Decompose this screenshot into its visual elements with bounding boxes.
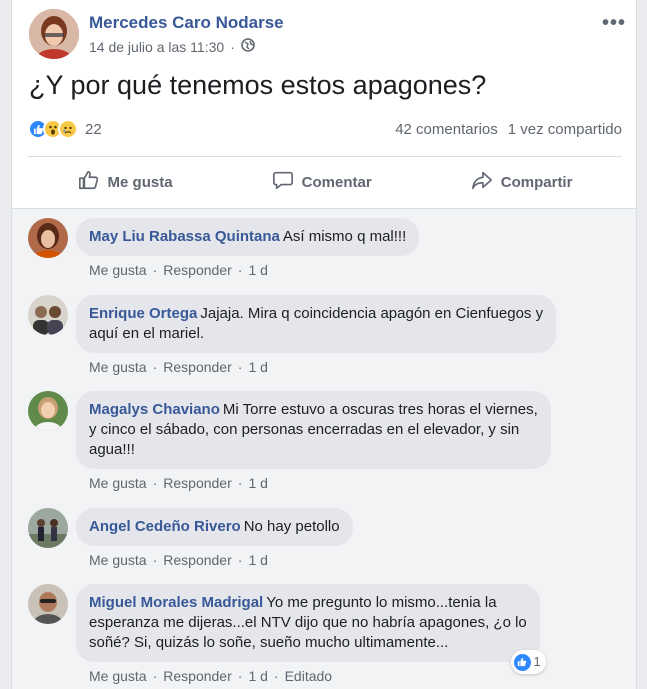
comment-button[interactable]: Comentar <box>260 163 384 201</box>
link-separator: · <box>152 262 158 278</box>
like-button[interactable]: Me gusta <box>66 163 185 201</box>
comment-edited-label[interactable]: Editado <box>285 668 332 684</box>
link-separator: · <box>237 475 243 491</box>
comment: Angel Cedeño Rivero No hay petollo Me gus… <box>28 508 353 568</box>
post-stats: 42 comentarios 1 vez compartido <box>395 121 622 138</box>
comment-text: y cinco el sábado, con personas encerrad… <box>89 421 520 438</box>
divider <box>28 156 622 157</box>
comment-links: Me gusta · Responder · 1 d <box>89 552 353 568</box>
commenter-avatar[interactable] <box>28 508 68 548</box>
comment-time[interactable]: 1 d <box>248 475 267 491</box>
post-text: ¿Y por qué tenemos estos apagones? <box>29 70 487 100</box>
comment-time[interactable]: 1 d <box>248 262 267 278</box>
comment-text: agua!!! <box>89 441 135 458</box>
comment-text: soñé? Si, quizás lo soñe, sueño mucho ul… <box>89 634 449 651</box>
comment-text: Mi Torre estuvo a oscuras tres horas el … <box>222 401 538 418</box>
comment-reply-link[interactable]: Responder <box>163 262 232 278</box>
comments-count[interactable]: 42 comentarios <box>395 121 498 138</box>
comment-links: Me gusta · Responder · 1 d <box>89 262 419 278</box>
comment-text: Así mismo q mal!!! <box>282 228 407 245</box>
comment-text: aquí en el mariel. <box>89 325 205 342</box>
reaction-count: 22 <box>85 120 102 138</box>
comment-time[interactable]: 1 d <box>248 668 267 684</box>
comment-like-badge[interactable]: 1 <box>510 650 546 674</box>
comment: Magalys Chaviano Mi Torre estuvo a oscura… <box>28 391 551 491</box>
shares-count[interactable]: 1 vez compartido <box>508 121 622 138</box>
commenter-name[interactable]: Enrique Ortega <box>89 305 197 322</box>
comment-text: Yo me pregunto lo mismo...tenia la <box>266 594 497 611</box>
commenter-name[interactable]: Miguel Morales Madrigal <box>89 594 263 611</box>
comment-links: Me gusta · Responder · 1 d <box>89 475 551 491</box>
comment-reply-link[interactable]: Responder <box>163 475 232 491</box>
like-button-label: Me gusta <box>107 173 173 191</box>
link-separator: · <box>237 552 243 568</box>
author-avatar[interactable] <box>29 9 79 59</box>
commenter-avatar[interactable] <box>28 218 68 258</box>
link-separator: · <box>273 668 279 684</box>
link-separator: · <box>237 668 243 684</box>
link-separator: · <box>152 475 158 491</box>
comment: Miguel Morales Madrigal Yo me pregunto lo… <box>28 584 546 684</box>
meta-separator: · <box>230 38 235 55</box>
comments-section: May Liu Rabassa Quintana Así mismo q mal!… <box>12 208 636 689</box>
comment-like-link[interactable]: Me gusta <box>89 359 147 375</box>
comment-like-link[interactable]: Me gusta <box>89 475 147 491</box>
comment-reply-link[interactable]: Responder <box>163 552 232 568</box>
comment-links: Me gusta · Responder · 1 d · Editado <box>89 668 540 684</box>
commenter-name[interactable]: May Liu Rabassa Quintana <box>89 228 280 245</box>
thumbs-up-icon <box>78 169 100 195</box>
post-author-name[interactable]: Mercedes Caro Nodarse <box>89 13 284 33</box>
comment-bubble: Miguel Morales Madrigal Yo me pregunto lo… <box>76 584 546 674</box>
comment-links: Me gusta · Responder · 1 d <box>89 359 556 375</box>
comment-bubble: Angel Cedeño Rivero No hay petollo <box>76 508 353 546</box>
share-button-label: Compartir <box>500 173 573 191</box>
comment-bubble: Magalys Chaviano Mi Torre estuvo a oscura… <box>76 391 551 469</box>
comment-time[interactable]: 1 d <box>248 552 267 568</box>
post-card: Mercedes Caro Nodarse 14 de julio a las … <box>11 0 637 689</box>
comment-bubble: Enrique Ortega Jajaja. Mira q coincidenci… <box>76 295 557 353</box>
post-date[interactable]: 14 de julio a las 11:30 <box>89 39 224 55</box>
comment-text: Jajaja. Mira q coincidencia apagón en Ci… <box>200 305 544 322</box>
link-separator: · <box>152 552 158 568</box>
comment: Enrique Ortega Jajaja. Mira q coincidenci… <box>28 295 557 375</box>
reaction-summary[interactable]: 22 <box>28 119 102 139</box>
comment-like-link[interactable]: Me gusta <box>89 262 147 278</box>
comment-bubble: May Liu Rabassa Quintana Así mismo q mal!… <box>76 218 420 256</box>
share-arrow-icon <box>471 169 493 195</box>
commenter-name[interactable]: Magalys Chaviano <box>89 401 220 418</box>
link-separator: · <box>237 359 243 375</box>
post-meta: 14 de julio a las 11:30 · <box>89 38 255 55</box>
link-separator: · <box>237 262 243 278</box>
comment-text: esperanza me dijeras...el NTV dijo que n… <box>89 614 527 631</box>
more-options-icon[interactable]: ••• <box>602 12 626 35</box>
commenter-avatar[interactable] <box>28 391 68 431</box>
commenter-avatar[interactable] <box>28 584 68 624</box>
link-separator: · <box>152 359 158 375</box>
comment-reply-link[interactable]: Responder <box>163 359 232 375</box>
comment: May Liu Rabassa Quintana Así mismo q mal!… <box>28 218 420 278</box>
comment-like-count: 1 <box>533 654 541 669</box>
like-reaction-icon <box>513 653 531 671</box>
globe-icon[interactable] <box>241 38 255 55</box>
link-separator: · <box>152 668 158 684</box>
commenter-avatar[interactable] <box>28 295 68 335</box>
comment-like-link[interactable]: Me gusta <box>89 552 147 568</box>
comment-text: No hay petollo <box>243 518 340 535</box>
comment-icon <box>272 169 294 195</box>
share-button[interactable]: Compartir <box>459 163 585 201</box>
sad-reaction-icon <box>58 119 78 139</box>
comment-button-label: Comentar <box>301 173 372 191</box>
post-actions: Me gusta Comentar Compartir <box>28 158 622 206</box>
commenter-name[interactable]: Angel Cedeño Rivero <box>89 518 241 535</box>
comment-reply-link[interactable]: Responder <box>163 668 232 684</box>
comment-like-link[interactable]: Me gusta <box>89 668 147 684</box>
comment-time[interactable]: 1 d <box>248 359 267 375</box>
